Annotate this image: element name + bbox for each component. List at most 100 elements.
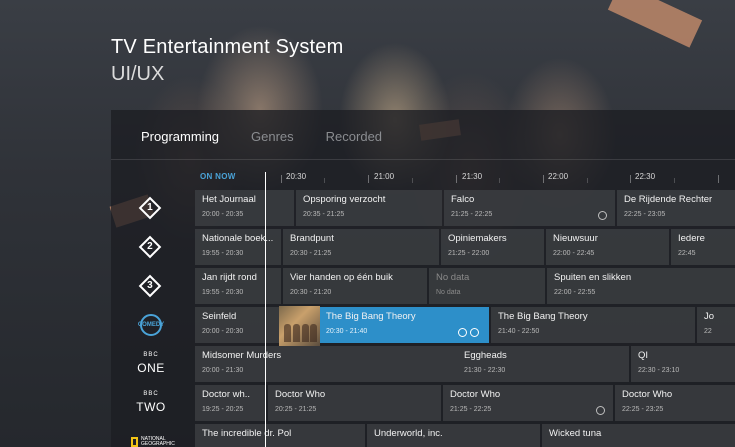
program-title: Eggheads: [464, 350, 507, 361]
channel-logo-comedy-central[interactable]: COMEDY: [111, 307, 191, 343]
program-cell[interactable]: Falco 21:25 - 22:25: [444, 190, 615, 226]
program-time: 21:30 - 22:30: [464, 367, 506, 374]
more-icon: [598, 211, 607, 220]
program-cell[interactable]: Het Journaal 20:00 - 20:35: [195, 190, 294, 226]
program-cell[interactable]: The incredible dr. Pol: [195, 424, 365, 447]
clock-icon: [596, 406, 605, 415]
program-time: No data: [436, 289, 461, 296]
program-title: QI: [638, 350, 649, 361]
program-title: The incredible dr. Pol: [202, 428, 292, 439]
on-now-label: ON NOW: [200, 172, 236, 181]
time-tick: [587, 178, 588, 183]
program-time: 22:00 - 22:45: [553, 250, 595, 257]
program-cell[interactable]: Vier handen op één buik 20:30 - 21:20: [283, 268, 427, 304]
timeline: ON NOW 20:30 21:00 21:30 22:00 22:30: [111, 167, 735, 187]
tab-bar: Programming Genres Recorded: [141, 129, 382, 144]
tab-genres[interactable]: Genres: [251, 129, 294, 144]
program-cell[interactable]: Doctor Who 21:25 - 22:25: [443, 385, 613, 421]
program-title: Brandpunt: [290, 233, 334, 244]
channel-logo-npo3[interactable]: 3: [111, 268, 191, 304]
time-tick: [499, 178, 500, 183]
channel-row: 2 Nationale boek... 19:55 - 20:30 Brandp…: [111, 229, 735, 265]
time-tick: [543, 175, 544, 183]
program-cell[interactable]: Doctor wh.. 19:25 - 20:25: [195, 385, 266, 421]
program-time: 22:45: [678, 250, 696, 257]
program-cell[interactable]: Nieuwsuur 22:00 - 22:45: [546, 229, 669, 265]
program-cell[interactable]: Opiniemakers 21:25 - 22:00: [441, 229, 544, 265]
time-tick: [281, 175, 282, 183]
program-title: Het Journaal: [202, 194, 256, 205]
program-cell[interactable]: Opsporing verzocht 20:35 - 21:25: [296, 190, 442, 226]
tab-recorded[interactable]: Recorded: [326, 129, 382, 144]
program-cell[interactable]: Iedere 22:45: [671, 229, 735, 265]
channel-row: 3 Jan rijdt rond 19:55 - 20:30 Vier hand…: [111, 268, 735, 304]
channel-row: COMEDY Seinfeld 20:00 - 20:30 The Big Ba…: [111, 307, 735, 343]
program-cell[interactable]: Jan rijdt rond 19:55 - 20:30: [195, 268, 281, 304]
program-title: Seinfeld: [202, 311, 237, 322]
time-tick: [674, 178, 675, 183]
time-tick: [456, 175, 457, 183]
program-cell[interactable]: Underworld, inc.: [367, 424, 540, 447]
program-title: Jo: [704, 311, 715, 322]
program-cell[interactable]: QI 22:30 - 23:10: [631, 346, 735, 382]
channel-logo-national-geographic[interactable]: NATIONAL GEOGRAPHIC: [111, 424, 191, 447]
program-cell-selected[interactable]: The Big Bang Theory 20:30 - 21:40: [319, 307, 489, 343]
program-cell[interactable]: Seinfeld 20:00 - 20:30: [195, 307, 279, 343]
decorative-card: [607, 0, 703, 48]
tab-programming[interactable]: Programming: [141, 129, 219, 144]
bbc-logo-icon: BBC TWO: [136, 391, 166, 414]
channel-logo-bbc-one[interactable]: BBC ONE: [111, 346, 191, 382]
program-title: Jan rijdt rond: [202, 272, 257, 283]
channel-logo-bbc-two[interactable]: BBC TWO: [111, 385, 191, 421]
program-cell[interactable]: Nationale boek... 19:55 - 20:30: [195, 229, 281, 265]
program-cell[interactable]: Eggheads 21:30 - 22:30: [457, 346, 629, 382]
program-time: 19:55 - 20:30: [202, 289, 244, 296]
program-time: 21:25 - 22:00: [448, 250, 490, 257]
program-title: Wicked tuna: [549, 428, 602, 439]
bbc-logo-icon: BBC ONE: [137, 352, 165, 375]
program-time: 19:25 - 20:25: [202, 406, 244, 413]
program-cell[interactable]: Doctor Who 20:25 - 21:25: [268, 385, 441, 421]
program-title: The Big Bang Theory: [326, 311, 416, 322]
time-tick: [718, 175, 719, 183]
program-time: 20:30 - 21:20: [290, 289, 332, 296]
program-cell[interactable]: Spuiten en slikken 22:00 - 22:55: [547, 268, 735, 304]
program-time: 22:25 - 23:05: [624, 211, 666, 218]
program-cell[interactable]: Wicked tuna: [542, 424, 735, 447]
channel-logo-npo2[interactable]: 2: [111, 229, 191, 265]
program-title: Nationale boek...: [202, 233, 274, 244]
program-time: 20:00 - 20:30: [202, 328, 244, 335]
program-cell[interactable]: De Rijdende Rechter 22:25 - 23:05: [617, 190, 735, 226]
program-cell-no-data[interactable]: No data No data: [429, 268, 545, 304]
time-label: 20:30: [286, 172, 307, 181]
clock-icon: [458, 328, 467, 337]
program-title: De Rijdende Rechter: [624, 194, 713, 205]
program-title: Doctor Who: [450, 389, 501, 400]
program-time: 22:25 - 23:25: [622, 406, 664, 413]
program-title: Iedere: [678, 233, 705, 244]
program-cell[interactable]: Doctor Who 22:25 - 23:25: [615, 385, 735, 421]
channel-row: NATIONAL GEOGRAPHIC The incredible dr. P…: [111, 424, 735, 447]
channel-logo-npo1[interactable]: 1: [111, 190, 191, 226]
epg-panel: Programming Genres Recorded ON NOW 20:30…: [111, 110, 735, 447]
program-title: Doctor Who: [275, 389, 326, 400]
program-time: 19:55 - 20:30: [202, 250, 244, 257]
program-time: 20:30 - 21:25: [290, 250, 332, 257]
time-label: 21:00: [374, 172, 395, 181]
program-time: 22:00 - 22:55: [554, 289, 596, 296]
program-title: The Big Bang Theory: [498, 311, 588, 322]
program-cell[interactable]: The Big Bang Theory 21:40 - 22:50: [491, 307, 695, 343]
program-title: Doctor Who: [622, 389, 673, 400]
time-tick: [324, 178, 325, 183]
program-cell[interactable]: Midsomer Murders 20:00 - 21:30: [195, 346, 457, 382]
program-cell[interactable]: Brandpunt 20:30 - 21:25: [283, 229, 439, 265]
program-time: 20:00 - 20:35: [202, 211, 244, 218]
program-cell[interactable]: Jo 22: [697, 307, 735, 343]
program-title: Doctor wh..: [202, 389, 251, 400]
program-title: Opsporing verzocht: [303, 194, 386, 205]
program-time: 21:25 - 22:25: [451, 211, 493, 218]
program-time: 21:25 - 22:25: [450, 406, 492, 413]
npo-logo-icon: 1: [138, 196, 161, 220]
channel-row: BBC TWO Doctor wh.. 19:25 - 20:25 Doctor …: [111, 385, 735, 421]
npo-logo-icon: 3: [138, 274, 161, 298]
